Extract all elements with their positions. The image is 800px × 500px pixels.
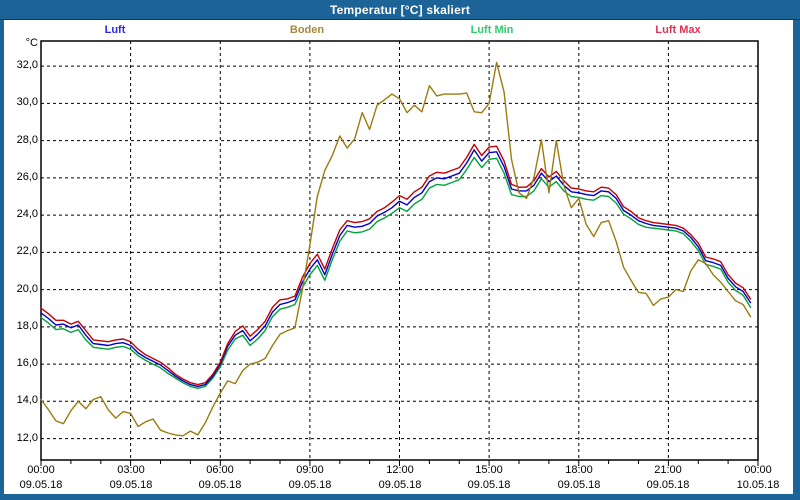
x-axis-date-label: 10.05.18 — [736, 479, 780, 491]
x-axis-date-label: 09.05.18 — [288, 479, 332, 491]
y-axis-label: 28,0 — [16, 134, 38, 146]
legend-item-luft-min: Luft Min — [470, 24, 514, 36]
temperature-chart — [40, 40, 759, 466]
y-axis-label: 14,0 — [16, 394, 38, 406]
x-axis-time-label: 21:00 — [654, 464, 682, 476]
x-axis-time-label: 00:00 — [27, 464, 55, 476]
y-axis-label: 20,0 — [16, 283, 38, 295]
x-axis-time-label: 15:00 — [475, 464, 503, 476]
series-line-boden — [40, 61, 752, 437]
y-axis-label: 32,0 — [16, 59, 38, 71]
x-axis-date-label: 09.05.18 — [109, 479, 153, 491]
x-axis-time-label: 03:00 — [117, 464, 145, 476]
x-axis-time-label: 00:00 — [744, 464, 772, 476]
window-frame-right — [793, 20, 800, 500]
y-axis-label: 22,0 — [16, 245, 38, 257]
legend-item-boden: Boden — [289, 24, 325, 36]
series-line-luft-max — [40, 143, 752, 386]
y-axis-label: 26,0 — [16, 171, 38, 183]
x-axis-time-label: 12:00 — [386, 464, 414, 476]
x-axis-time-label: 06:00 — [206, 464, 234, 476]
chart-window: Temperatur [°C] skaliert Luft Boden Luft M… — [0, 0, 800, 500]
x-axis-date-label: 09.05.18 — [19, 479, 63, 491]
y-axis-label: 16,0 — [16, 357, 38, 369]
window-frame-left — [0, 20, 4, 500]
y-axis-label: 24,0 — [16, 208, 38, 220]
x-axis-date-label: 09.05.18 — [557, 479, 601, 491]
y-axis-label: 18,0 — [16, 320, 38, 332]
series-line-luft-min — [40, 156, 752, 389]
x-axis-time-label: 18:00 — [565, 464, 593, 476]
series-line-luft — [40, 149, 752, 388]
y-axis-unit-label: °C — [25, 37, 38, 49]
legend-item-luft-max: Luft Max — [655, 24, 701, 36]
x-axis-date-label: 09.05.18 — [467, 479, 511, 491]
legend-item-luft: Luft — [104, 24, 126, 36]
window-frame-bottom — [0, 494, 800, 500]
y-axis-label: 30,0 — [16, 96, 38, 108]
x-axis-time-label: 09:00 — [296, 464, 324, 476]
y-axis-label: 12,0 — [16, 432, 38, 444]
x-axis-date-label: 09.05.18 — [646, 479, 690, 491]
x-axis-date-label: 09.05.18 — [198, 479, 242, 491]
x-axis-date-label: 09.05.18 — [378, 479, 422, 491]
